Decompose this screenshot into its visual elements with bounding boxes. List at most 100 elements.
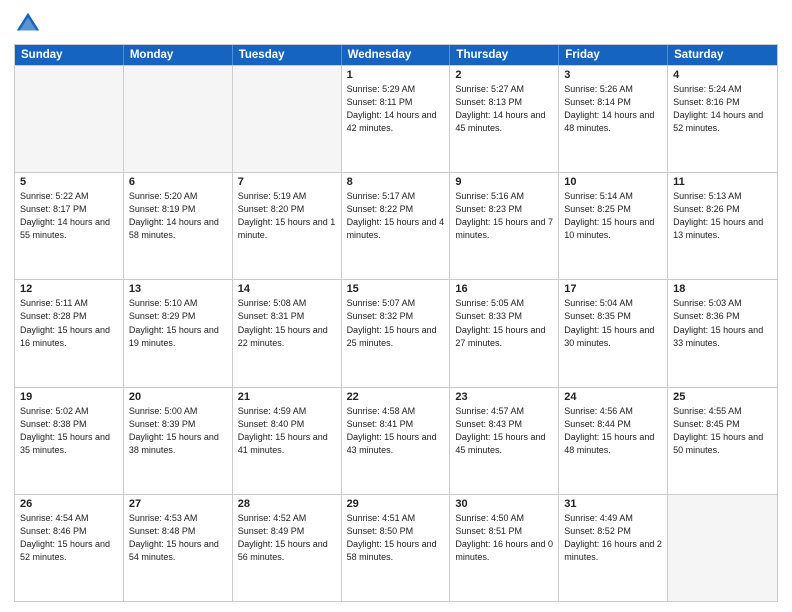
header [14,10,778,38]
day-number: 11 [673,176,772,188]
day-number: 9 [455,176,553,188]
day-number: 30 [455,498,553,510]
calendar-body: 1 Sunrise: 5:29 AM Sunset: 8:11 PM Daylig… [15,65,777,601]
day-number: 5 [20,176,118,188]
calendar-week-row: 19Sunrise: 5:02 AM Sunset: 8:38 PM Dayli… [15,387,777,494]
day-number: 27 [129,498,227,510]
cell-info: Sunrise: 5:22 AM Sunset: 8:17 PM Dayligh… [20,190,118,242]
calendar-cell: 11 Sunrise: 5:13 AM Sunset: 8:26 PM Dayli… [668,173,777,279]
calendar-cell: 3 Sunrise: 5:26 AM Sunset: 8:14 PM Daylig… [559,66,668,172]
cell-info: Sunrise: 4:49 AM Sunset: 8:52 PM Dayligh… [564,512,662,564]
cell-info: Sunrise: 5:20 AM Sunset: 8:19 PM Dayligh… [129,190,227,242]
calendar-cell: 12 Sunrise: 5:11 AM Sunset: 8:28 PM Dayli… [15,280,124,386]
calendar-cell: 26 Sunrise: 4:54 AM Sunset: 8:46 PM Dayli… [15,495,124,601]
calendar-cell: 19Sunrise: 5:02 AM Sunset: 8:38 PM Dayli… [15,388,124,494]
weekday-header: Friday [559,45,668,65]
cell-info: Sunrise: 5:29 AM Sunset: 8:11 PM Dayligh… [347,83,445,135]
weekday-header: Monday [124,45,233,65]
logo-icon [14,10,42,38]
cell-info: Sunrise: 5:27 AM Sunset: 8:13 PM Dayligh… [455,83,553,135]
page: SundayMondayTuesdayWednesdayThursdayFrid… [0,0,792,612]
day-number: 24 [564,391,662,403]
day-number: 15 [347,283,445,295]
calendar-cell: 28 Sunrise: 4:52 AM Sunset: 8:49 PM Dayli… [233,495,342,601]
weekday-header: Thursday [450,45,559,65]
calendar-cell: 8 Sunrise: 5:17 AM Sunset: 8:22 PM Daylig… [342,173,451,279]
cell-info: Sunrise: 5:07 AM Sunset: 8:32 PM Dayligh… [347,297,445,349]
day-number: 22 [347,391,445,403]
day-number: 12 [20,283,118,295]
calendar-cell: 5 Sunrise: 5:22 AM Sunset: 8:17 PM Daylig… [15,173,124,279]
cell-info: Sunrise: 5:16 AM Sunset: 8:23 PM Dayligh… [455,190,553,242]
calendar-week-row: 26 Sunrise: 4:54 AM Sunset: 8:46 PM Dayli… [15,494,777,601]
calendar-cell: 23Sunrise: 4:57 AM Sunset: 8:43 PM Dayli… [450,388,559,494]
day-number: 14 [238,283,336,295]
cell-info: Sunrise: 5:26 AM Sunset: 8:14 PM Dayligh… [564,83,662,135]
calendar-cell: 18 Sunrise: 5:03 AM Sunset: 8:36 PM Dayli… [668,280,777,386]
calendar-cell: 27 Sunrise: 4:53 AM Sunset: 8:48 PM Dayli… [124,495,233,601]
calendar-cell: 30 Sunrise: 4:50 AM Sunset: 8:51 PM Dayli… [450,495,559,601]
day-number: 29 [347,498,445,510]
day-number: 28 [238,498,336,510]
calendar-cell: 7Sunrise: 5:19 AM Sunset: 8:20 PM Daylig… [233,173,342,279]
day-number: 31 [564,498,662,510]
calendar-header-row: SundayMondayTuesdayWednesdayThursdayFrid… [15,45,777,65]
cell-info: Sunrise: 5:10 AM Sunset: 8:29 PM Dayligh… [129,297,227,349]
cell-info: Sunrise: 5:03 AM Sunset: 8:36 PM Dayligh… [673,297,772,349]
weekday-header: Tuesday [233,45,342,65]
calendar-cell: 16 Sunrise: 5:05 AM Sunset: 8:33 PM Dayli… [450,280,559,386]
cell-info: Sunrise: 5:11 AM Sunset: 8:28 PM Dayligh… [20,297,118,349]
calendar-week-row: 12 Sunrise: 5:11 AM Sunset: 8:28 PM Dayli… [15,279,777,386]
cell-info: Sunrise: 5:02 AM Sunset: 8:38 PM Dayligh… [20,405,118,457]
calendar-cell: 4 Sunrise: 5:24 AM Sunset: 8:16 PM Daylig… [668,66,777,172]
calendar-cell: 29 Sunrise: 4:51 AM Sunset: 8:50 PM Dayli… [342,495,451,601]
cell-info: Sunrise: 5:13 AM Sunset: 8:26 PM Dayligh… [673,190,772,242]
day-number: 4 [673,69,772,81]
cell-info: Sunrise: 4:52 AM Sunset: 8:49 PM Dayligh… [238,512,336,564]
cell-info: Sunrise: 4:57 AM Sunset: 8:43 PM Dayligh… [455,405,553,457]
calendar-cell [15,66,124,172]
cell-info: Sunrise: 4:53 AM Sunset: 8:48 PM Dayligh… [129,512,227,564]
day-number: 16 [455,283,553,295]
cell-info: Sunrise: 5:17 AM Sunset: 8:22 PM Dayligh… [347,190,445,242]
logo [14,10,46,38]
cell-info: Sunrise: 5:14 AM Sunset: 8:25 PM Dayligh… [564,190,662,242]
weekday-header: Wednesday [342,45,451,65]
cell-info: Sunrise: 4:59 AM Sunset: 8:40 PM Dayligh… [238,405,336,457]
calendar-cell [124,66,233,172]
day-number: 1 [347,69,445,81]
cell-info: Sunrise: 4:50 AM Sunset: 8:51 PM Dayligh… [455,512,553,564]
cell-info: Sunrise: 4:54 AM Sunset: 8:46 PM Dayligh… [20,512,118,564]
day-number: 6 [129,176,227,188]
calendar-cell: 22 Sunrise: 4:58 AM Sunset: 8:41 PM Dayli… [342,388,451,494]
day-number: 13 [129,283,227,295]
day-number: 7 [238,176,336,188]
cell-info: Sunrise: 4:55 AM Sunset: 8:45 PM Dayligh… [673,405,772,457]
calendar-cell [668,495,777,601]
cell-info: Sunrise: 4:58 AM Sunset: 8:41 PM Dayligh… [347,405,445,457]
calendar-week-row: 1 Sunrise: 5:29 AM Sunset: 8:11 PM Daylig… [15,65,777,172]
calendar-cell: 14Sunrise: 5:08 AM Sunset: 8:31 PM Dayli… [233,280,342,386]
day-number: 17 [564,283,662,295]
weekday-header: Saturday [668,45,777,65]
calendar-cell: 1 Sunrise: 5:29 AM Sunset: 8:11 PM Daylig… [342,66,451,172]
day-number: 20 [129,391,227,403]
calendar: SundayMondayTuesdayWednesdayThursdayFrid… [14,44,778,602]
day-number: 10 [564,176,662,188]
day-number: 8 [347,176,445,188]
day-number: 26 [20,498,118,510]
calendar-cell: 2Sunrise: 5:27 AM Sunset: 8:13 PM Daylig… [450,66,559,172]
weekday-header: Sunday [15,45,124,65]
calendar-cell: 25Sunrise: 4:55 AM Sunset: 8:45 PM Dayli… [668,388,777,494]
cell-info: Sunrise: 4:51 AM Sunset: 8:50 PM Dayligh… [347,512,445,564]
day-number: 3 [564,69,662,81]
calendar-week-row: 5 Sunrise: 5:22 AM Sunset: 8:17 PM Daylig… [15,172,777,279]
cell-info: Sunrise: 5:05 AM Sunset: 8:33 PM Dayligh… [455,297,553,349]
day-number: 21 [238,391,336,403]
calendar-cell: 31 Sunrise: 4:49 AM Sunset: 8:52 PM Dayli… [559,495,668,601]
calendar-cell: 17Sunrise: 5:04 AM Sunset: 8:35 PM Dayli… [559,280,668,386]
day-number: 18 [673,283,772,295]
cell-info: Sunrise: 5:24 AM Sunset: 8:16 PM Dayligh… [673,83,772,135]
calendar-cell: 20Sunrise: 5:00 AM Sunset: 8:39 PM Dayli… [124,388,233,494]
calendar-cell: 21 Sunrise: 4:59 AM Sunset: 8:40 PM Dayli… [233,388,342,494]
